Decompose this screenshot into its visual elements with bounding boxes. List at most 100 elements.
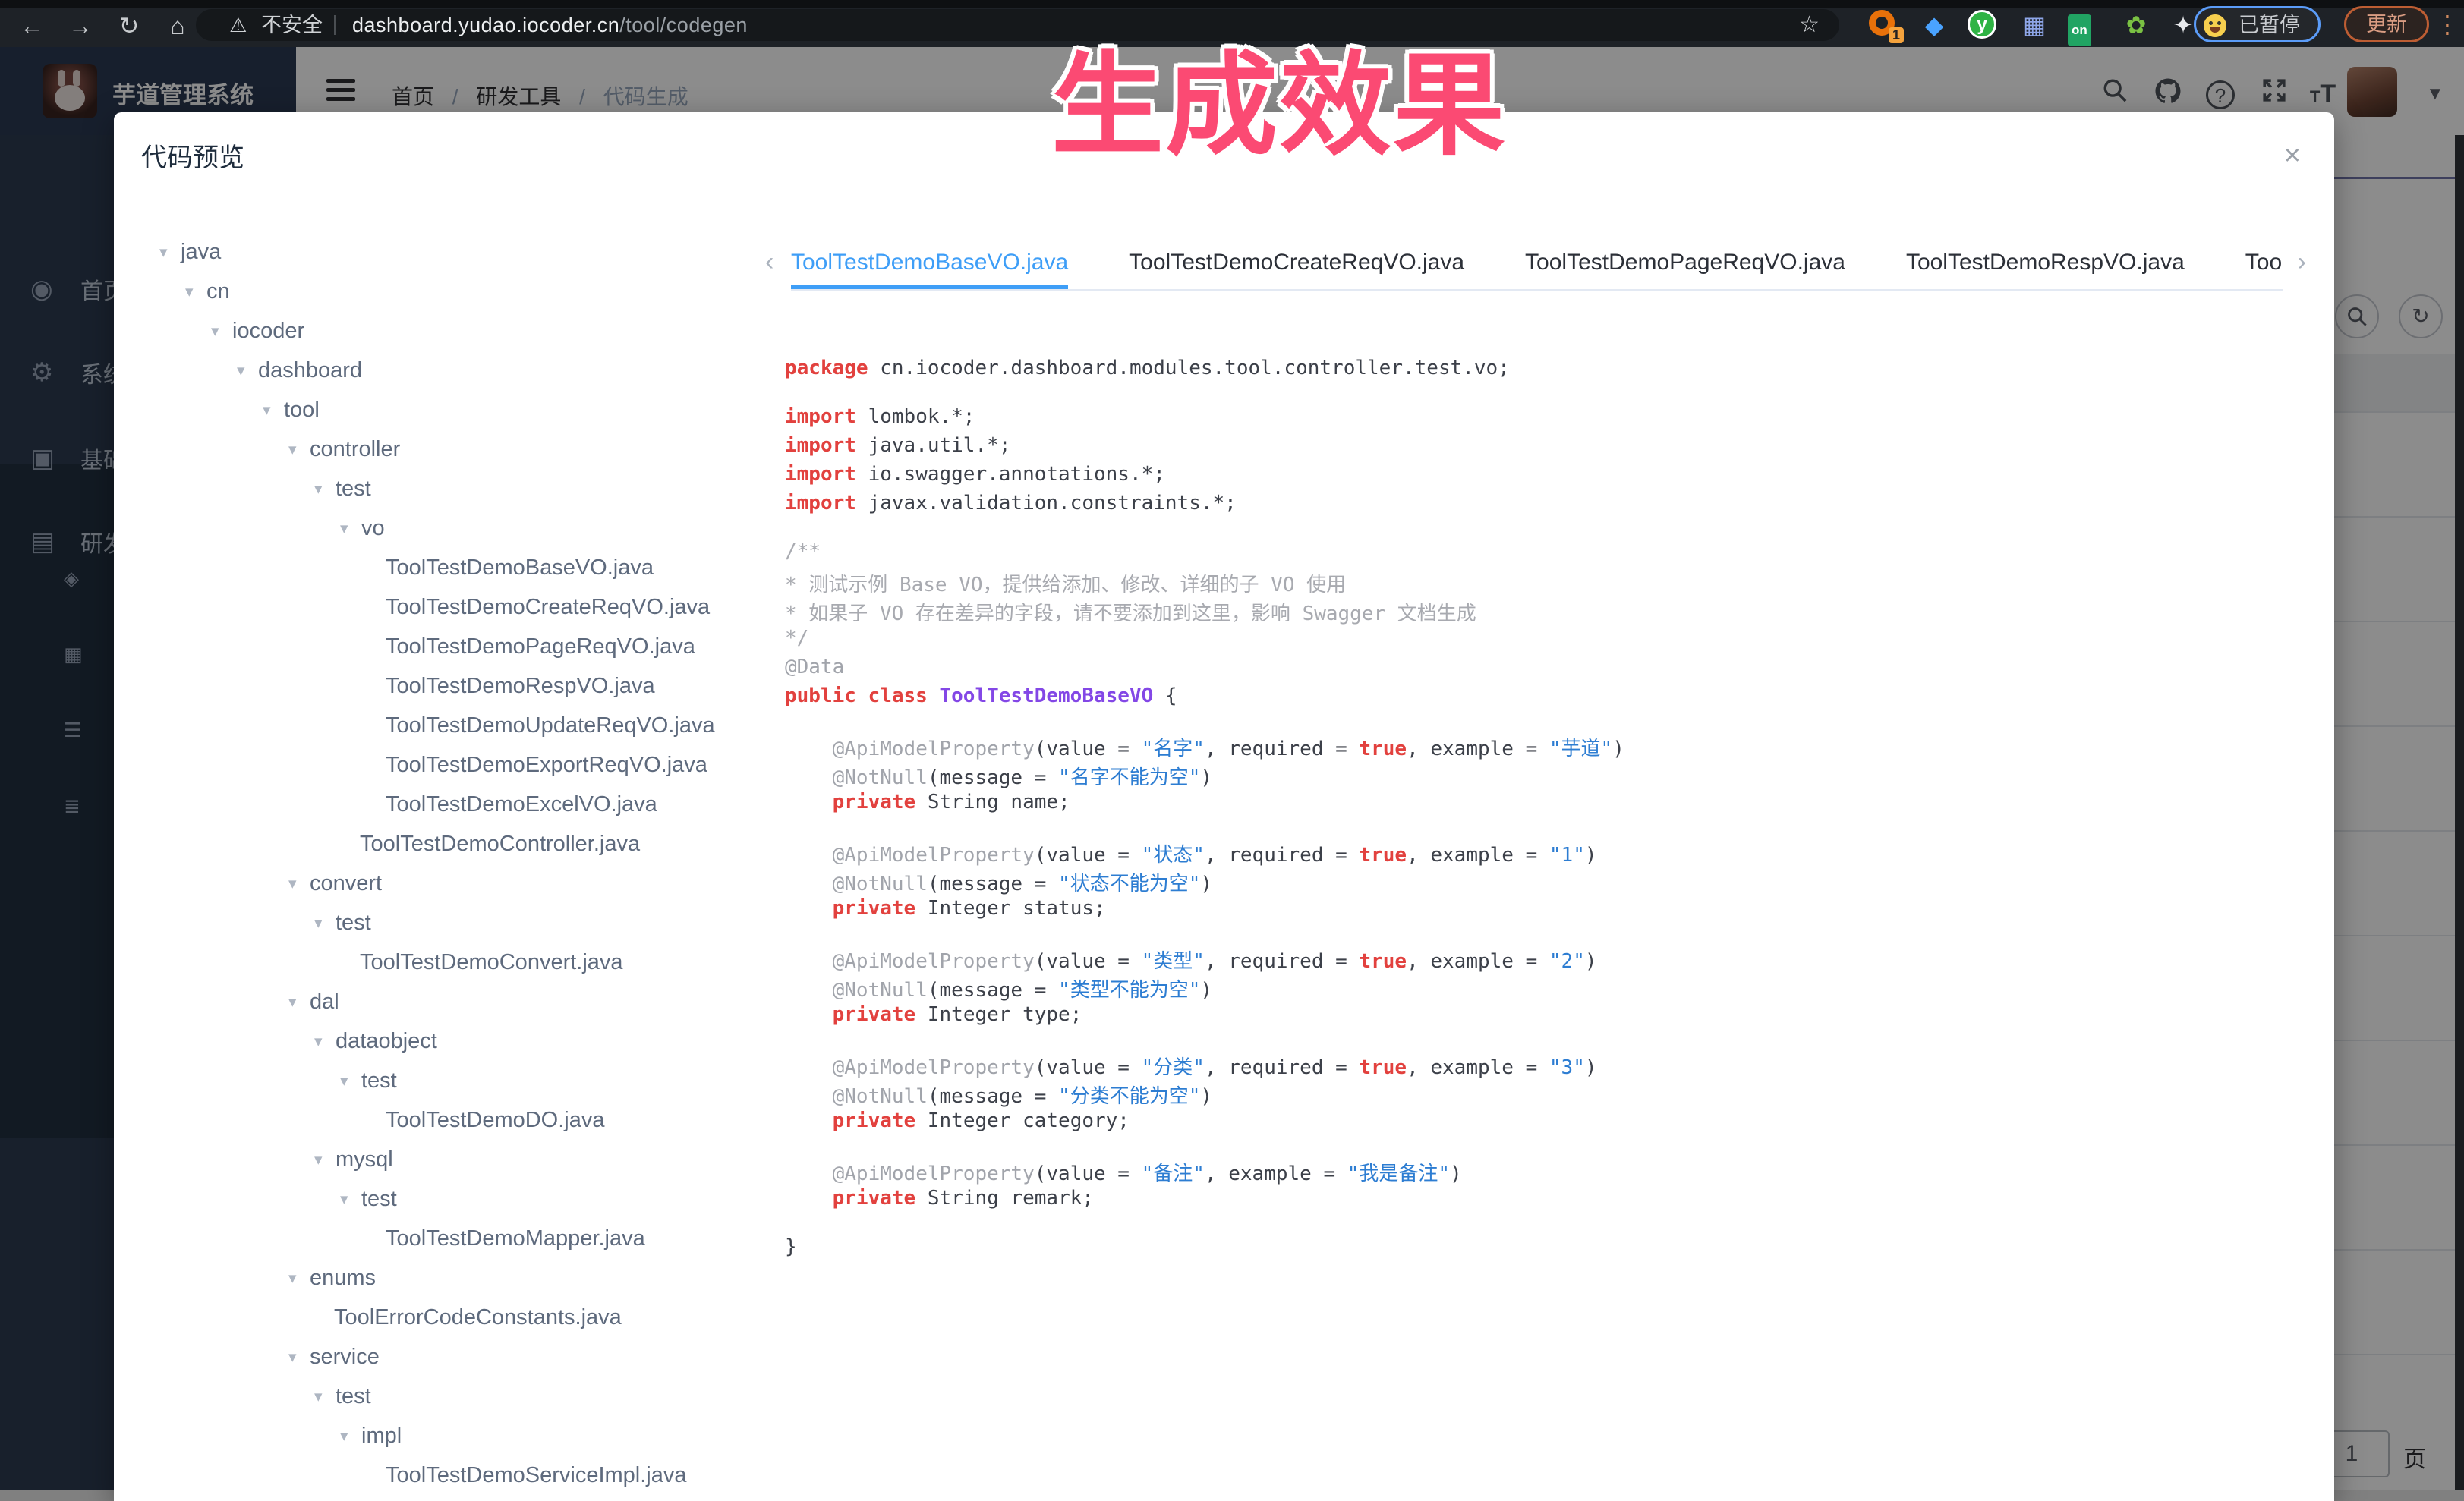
tree-file[interactable]: ToolTestDemoController.java bbox=[141, 824, 794, 864]
tree-folder[interactable]: ▾mysql bbox=[141, 1140, 794, 1179]
counter-badge: 1 bbox=[1889, 27, 1904, 43]
code-line: } bbox=[785, 1235, 2273, 1264]
tree-label: controller bbox=[310, 437, 400, 462]
caret-down-icon[interactable]: ▾ bbox=[314, 914, 336, 933]
tree-file[interactable]: ToolTestDemoDO.java bbox=[141, 1100, 794, 1140]
caret-down-icon[interactable]: ▾ bbox=[263, 401, 284, 420]
tree-file[interactable]: ToolTestDemoConvert.java bbox=[141, 942, 794, 982]
tree-folder[interactable]: ▾java bbox=[141, 232, 794, 272]
tree-file[interactable]: ToolTestDemoMapper.java bbox=[141, 1219, 794, 1258]
tree-folder[interactable]: ▾test bbox=[141, 1377, 794, 1416]
code-tab-3[interactable]: ToolTestDemoRespVO.java bbox=[1906, 240, 2185, 289]
caret-down-icon[interactable]: ▾ bbox=[340, 1071, 361, 1090]
code-line: private Integer type; bbox=[785, 1003, 2273, 1032]
forward-icon[interactable]: → bbox=[65, 11, 96, 41]
code-line: import lombok.*; bbox=[785, 405, 2273, 434]
tree-folder[interactable]: ▾test bbox=[141, 903, 794, 942]
tree-folder[interactable]: ▾cn bbox=[141, 272, 794, 311]
tree-file[interactable]: ToolTestDemoBaseVO.java bbox=[141, 548, 794, 587]
tree-folder[interactable]: ▾iocoder bbox=[141, 311, 794, 351]
tree-folder[interactable]: ▾service bbox=[141, 1337, 794, 1377]
code-tab-4[interactable]: ToolTe bbox=[2245, 240, 2283, 289]
update-button[interactable]: 更新 bbox=[2344, 6, 2429, 42]
extension-gem-icon[interactable]: ◆ bbox=[1919, 10, 1949, 40]
tree-label: vo bbox=[361, 516, 385, 541]
extension-y-icon[interactable]: y bbox=[1968, 10, 1998, 40]
tree-folder[interactable]: ▾test bbox=[141, 1061, 794, 1100]
back-icon[interactable]: ← bbox=[17, 11, 47, 41]
extension-leaf-icon[interactable]: ✿ bbox=[2121, 10, 2151, 40]
tabs-scroll-left-icon[interactable]: ‹ bbox=[765, 247, 774, 277]
caret-down-icon[interactable]: ▾ bbox=[159, 243, 181, 262]
caret-down-icon[interactable]: ▾ bbox=[340, 1427, 361, 1446]
url-text[interactable]: dashboard.yudao.iocoder.cn/tool/codegen bbox=[352, 9, 748, 41]
scrollbar-track[interactable] bbox=[2455, 135, 2464, 1490]
caret-down-icon[interactable]: ▾ bbox=[288, 874, 310, 893]
tree-folder[interactable]: ▾dal bbox=[141, 982, 794, 1021]
caret-down-icon[interactable]: ▾ bbox=[340, 519, 361, 538]
tree-label: test bbox=[336, 911, 371, 936]
caret-down-icon[interactable]: ▾ bbox=[314, 1032, 336, 1051]
tree-label: service bbox=[310, 1345, 380, 1370]
extension-grid-icon[interactable]: ▦ bbox=[2019, 10, 2050, 40]
tree-label: tool bbox=[284, 398, 320, 423]
tree-folder[interactable]: ▾dashboard bbox=[141, 351, 794, 390]
tree-label: cn bbox=[206, 279, 230, 304]
caret-down-icon[interactable]: ▾ bbox=[314, 480, 336, 499]
code-line: @ApiModelProperty(value = "分类", required… bbox=[785, 1052, 2273, 1081]
tree-label: ToolTestDemoDO.java bbox=[386, 1108, 605, 1133]
paused-label: 已暂停 bbox=[2239, 14, 2300, 36]
caret-down-icon[interactable]: ▾ bbox=[185, 282, 206, 301]
home-icon[interactable]: ⌂ bbox=[162, 11, 193, 41]
tree-file[interactable]: ToolTestDemoUpdateReqVO.java bbox=[141, 706, 794, 745]
tree-file[interactable]: ToolTestDemoExportReqVO.java bbox=[141, 745, 794, 785]
tree-folder[interactable]: ▾tool bbox=[141, 390, 794, 430]
security-label[interactable]: 不安全 bbox=[261, 9, 323, 41]
tree-folder[interactable]: ▾enums bbox=[141, 1258, 794, 1298]
caret-down-icon[interactable]: ▾ bbox=[340, 1190, 361, 1209]
caret-down-icon[interactable]: ▾ bbox=[288, 1348, 310, 1367]
tabs-scroll-right-icon[interactable]: › bbox=[2298, 247, 2306, 277]
y-letter: y bbox=[1968, 10, 1996, 39]
tree-file[interactable]: ToolTestDemoCreateReqVO.java bbox=[141, 587, 794, 627]
tree-folder[interactable]: ▾vo bbox=[141, 508, 794, 548]
code-line: import java.util.*; bbox=[785, 434, 2273, 463]
code-line: private String remark; bbox=[785, 1187, 2273, 1216]
tree-folder[interactable]: ▾test bbox=[141, 1179, 794, 1219]
code-tabs-wrap: ‹ ToolTestDemoBaseVO.java ToolTestDemoCre… bbox=[765, 240, 2306, 291]
caret-down-icon[interactable]: ▾ bbox=[288, 1269, 310, 1288]
code-tab-2[interactable]: ToolTestDemoPageReqVO.java bbox=[1525, 240, 1845, 289]
tree-folder[interactable]: ▾dataobject bbox=[141, 1021, 794, 1061]
code-line: private Integer category; bbox=[785, 1109, 2273, 1138]
tree-folder[interactable]: ▾convert bbox=[141, 864, 794, 903]
tree-file[interactable]: ToolTestDemoPageReqVO.java bbox=[141, 627, 794, 666]
caret-down-icon[interactable]: ▾ bbox=[288, 440, 310, 459]
tree-file[interactable]: ToolErrorCodeConstants.java bbox=[141, 1298, 794, 1337]
tree-file[interactable]: ToolTestDemoExcelVO.java bbox=[141, 785, 794, 824]
caret-down-icon[interactable]: ▾ bbox=[288, 993, 310, 1012]
tree-file[interactable]: ToolTestDemoRespVO.java bbox=[141, 666, 794, 706]
close-icon[interactable]: × bbox=[2284, 141, 2301, 170]
code-tab-1[interactable]: ToolTestDemoCreateReqVO.java bbox=[1129, 240, 1464, 289]
url-bar[interactable]: ⚠ 不安全 dashboard.yudao.iocoder.cn/tool/co… bbox=[196, 9, 1839, 41]
caret-down-icon[interactable]: ▾ bbox=[211, 322, 232, 341]
emoji-face-icon bbox=[2204, 14, 2226, 37]
tree-folder[interactable]: ▾test bbox=[141, 469, 794, 508]
tree-label: dal bbox=[310, 990, 339, 1015]
tree-label: ToolTestDemoExcelVO.java bbox=[386, 792, 657, 817]
caret-down-icon[interactable]: ▾ bbox=[314, 1387, 336, 1406]
extension-list-icon[interactable]: ≡ on bbox=[2069, 10, 2100, 40]
paused-badge[interactable]: 已暂停 bbox=[2194, 6, 2321, 42]
caret-down-icon[interactable]: ▾ bbox=[237, 361, 258, 380]
tree-file[interactable]: ToolTestDemoServiceImpl.java bbox=[141, 1455, 794, 1492]
tree-folder[interactable]: ▾impl bbox=[141, 1416, 794, 1455]
browser-menu-icon[interactable]: ⋮ bbox=[2435, 8, 2459, 41]
bookmark-star-icon[interactable]: ☆ bbox=[1799, 9, 1820, 41]
tree-label: dataobject bbox=[336, 1029, 437, 1054]
caret-down-icon[interactable]: ▾ bbox=[314, 1150, 336, 1169]
extension-counter-icon[interactable]: 1 bbox=[1869, 10, 1899, 40]
code-tab-0[interactable]: ToolTestDemoBaseVO.java bbox=[791, 240, 1068, 289]
reload-icon[interactable]: ↻ bbox=[114, 11, 144, 41]
modal-title: 代码预览 bbox=[141, 137, 244, 174]
tree-folder[interactable]: ▾controller bbox=[141, 430, 794, 469]
